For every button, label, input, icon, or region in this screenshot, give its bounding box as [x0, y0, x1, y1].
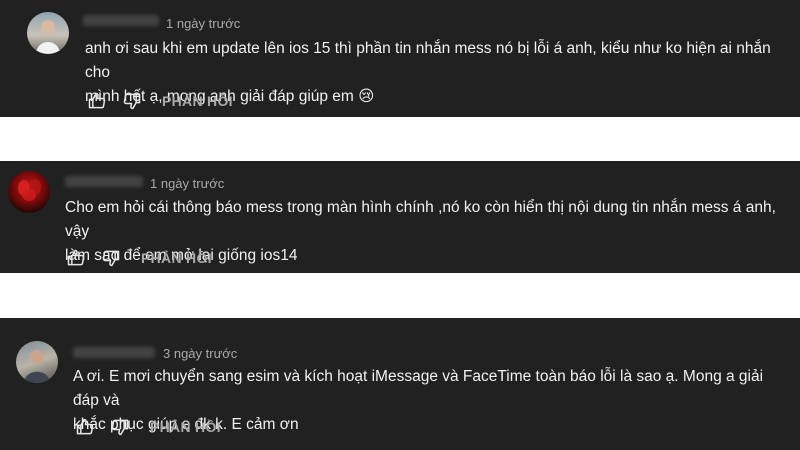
reply-button[interactable]: PHẢN HỒI	[141, 250, 212, 266]
comment-text-line: A ơi. E mơi chuyển sang esim và kích hoạ…	[73, 368, 764, 409]
author-name[interactable]	[65, 176, 143, 187]
comment-text-line: anh ơi sau khi em update lên ios 15 thì …	[85, 40, 771, 81]
thumbs-up-icon[interactable]	[66, 248, 86, 268]
comment-time[interactable]: 3 ngày trước	[163, 346, 237, 361]
author-name[interactable]	[83, 15, 159, 26]
comment-actions: PHẢN HỒI	[87, 90, 233, 112]
avatar[interactable]	[8, 171, 50, 213]
author-name[interactable]	[73, 347, 155, 358]
comment-time[interactable]: 1 ngày trước	[166, 16, 240, 31]
comment-card: 1 ngày trước Cho em hỏi cái thông báo me…	[0, 161, 800, 273]
thumbs-up-icon[interactable]	[75, 417, 95, 437]
comment-card: 1 ngày trước anh ơi sau khi em update lê…	[0, 0, 800, 117]
comment-time[interactable]: 1 ngày trước	[150, 176, 224, 191]
thumbs-up-icon[interactable]	[87, 91, 107, 111]
comment-card: 3 ngày trước A ơi. E mơi chuyển sang esi…	[0, 318, 800, 450]
reply-button[interactable]: PHẢN HỒI	[150, 419, 221, 435]
thumbs-down-icon[interactable]	[101, 248, 121, 268]
comment-text-line: Cho em hỏi cái thông báo mess trong màn …	[65, 199, 776, 240]
avatar[interactable]	[27, 12, 69, 54]
thumbs-down-icon[interactable]	[122, 91, 142, 111]
reply-button[interactable]: PHẢN HỒI	[162, 93, 233, 109]
comment-actions: PHẢN HỒI	[66, 247, 212, 269]
thumbs-down-icon[interactable]	[110, 417, 130, 437]
comment-actions: PHẢN HỒI	[75, 416, 221, 438]
avatar[interactable]	[16, 341, 58, 383]
